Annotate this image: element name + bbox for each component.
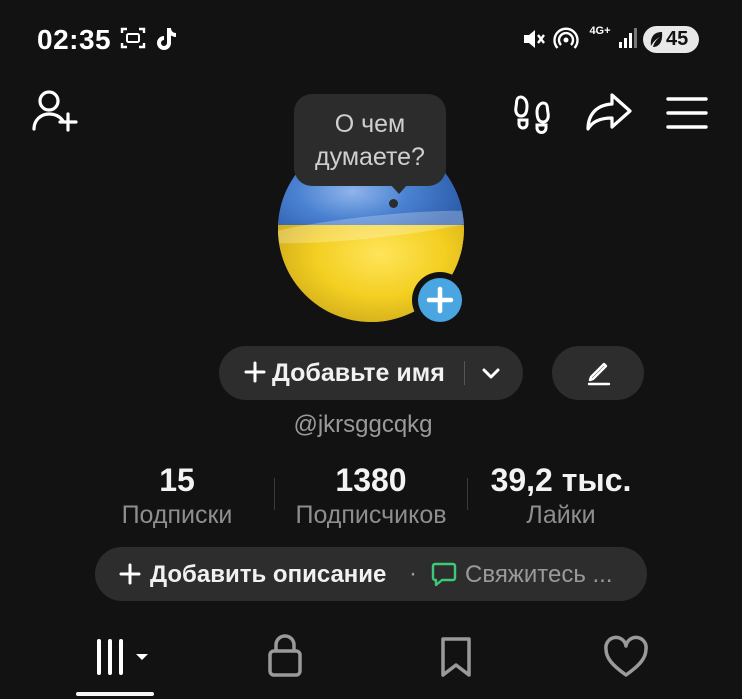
- add-name-button[interactable]: Добавьте имя: [219, 346, 523, 400]
- pencil-icon: [587, 362, 611, 386]
- status-time: 02:35: [37, 24, 112, 55]
- battery-indicator: 45: [643, 26, 699, 53]
- battery-saver-icon: [650, 32, 663, 47]
- lock-icon[interactable]: [256, 630, 316, 682]
- stat-label: Подписки: [121, 501, 233, 529]
- stat-value: 1380: [335, 462, 407, 498]
- plus-icon: [119, 563, 141, 585]
- status-thought-bubble[interactable]: О чем думаете?: [294, 94, 446, 186]
- add-avatar-button[interactable]: [412, 272, 468, 328]
- stat-following[interactable]: 15 Подписки: [107, 462, 247, 531]
- stat-value: 39,2 тыс.: [490, 462, 632, 498]
- status-bar: 02:35 4G+ 45: [0, 0, 742, 80]
- bubble-dot: [389, 199, 398, 208]
- stat-value: 15: [159, 462, 195, 498]
- mute-icon: [524, 30, 545, 48]
- stat-label: Лайки: [526, 501, 596, 529]
- add-user-icon[interactable]: [30, 88, 80, 134]
- message-icon: [431, 562, 457, 587]
- share-icon[interactable]: [585, 92, 633, 132]
- stat-followers[interactable]: 1380 Подписчиков: [280, 462, 462, 531]
- tiktok-icon: [157, 28, 176, 50]
- stat-label: Подписчиков: [295, 501, 447, 529]
- bubble-tail: [390, 184, 408, 194]
- edit-profile-button[interactable]: [552, 346, 644, 400]
- footprints-icon[interactable]: [512, 92, 554, 134]
- screenshot-icon: [120, 27, 146, 49]
- network-type: 4G+: [589, 25, 611, 37]
- username: @jkrsggcqkg: [293, 411, 433, 438]
- heart-icon[interactable]: [596, 630, 656, 682]
- add-description-button[interactable]: Добавить описание: [150, 561, 386, 589]
- hotspot-icon: [553, 27, 579, 49]
- videos-grid-icon[interactable]: [92, 630, 152, 682]
- stat-likes[interactable]: 39,2 тыс. Лайки: [476, 462, 646, 531]
- bubble-line-1: О чем: [334, 110, 406, 138]
- plus-icon: [244, 361, 266, 383]
- bookmark-icon[interactable]: [426, 630, 486, 682]
- separator-dot: ·: [409, 560, 417, 587]
- bio-bar: Добавить описание · Свяжитесь ...: [95, 547, 647, 601]
- contact-button[interactable]: Свяжитесь ...: [465, 561, 613, 589]
- stat-divider: [467, 478, 468, 510]
- bubble-line-2: думаете?: [315, 143, 425, 171]
- stat-divider: [274, 478, 275, 510]
- add-name-label: Добавьте имя: [272, 359, 445, 387]
- signal-icon: [619, 28, 637, 48]
- plus-icon: [426, 286, 454, 314]
- chevron-down-icon[interactable]: [479, 361, 503, 385]
- active-tab-indicator: [76, 692, 154, 696]
- battery-level: 45: [666, 28, 689, 50]
- menu-icon[interactable]: [666, 96, 708, 130]
- divider: [464, 361, 465, 385]
